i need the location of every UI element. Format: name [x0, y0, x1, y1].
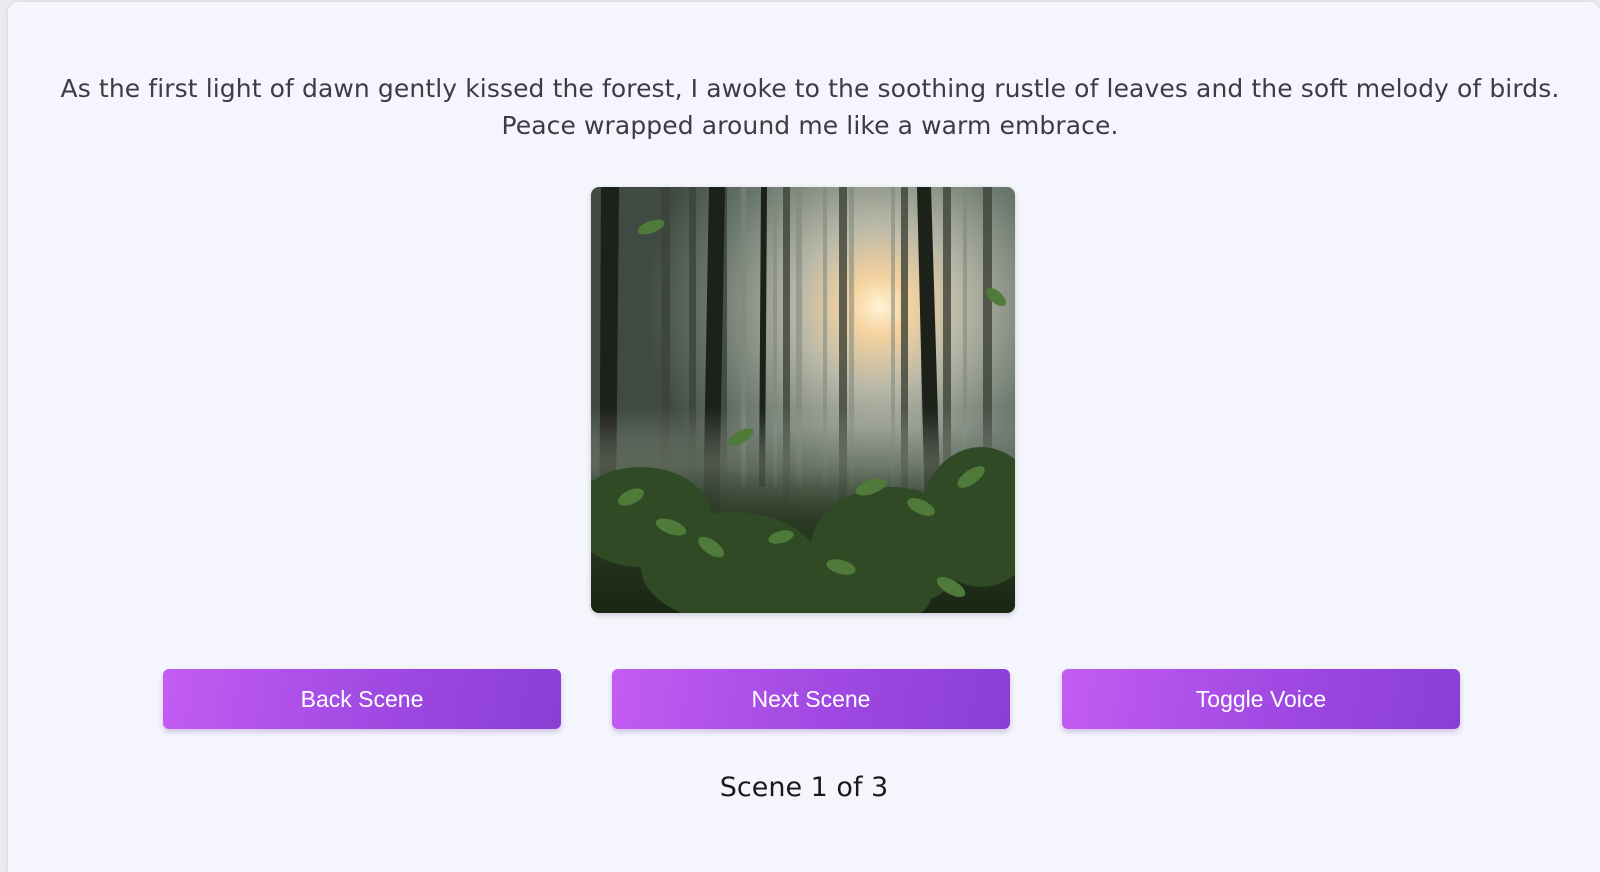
scene-counter: Scene 1 of 3 — [719, 772, 889, 803]
story-card: As the first light of dawn gently kissed… — [8, 2, 1600, 872]
next-scene-button[interactable]: Next Scene — [612, 669, 1010, 729]
story-text: As the first light of dawn gently kissed… — [60, 74, 1560, 140]
forest-dawn-image — [591, 187, 1015, 613]
toggle-voice-button[interactable]: Toggle Voice — [1062, 669, 1460, 729]
back-scene-button[interactable]: Back Scene — [163, 669, 561, 729]
